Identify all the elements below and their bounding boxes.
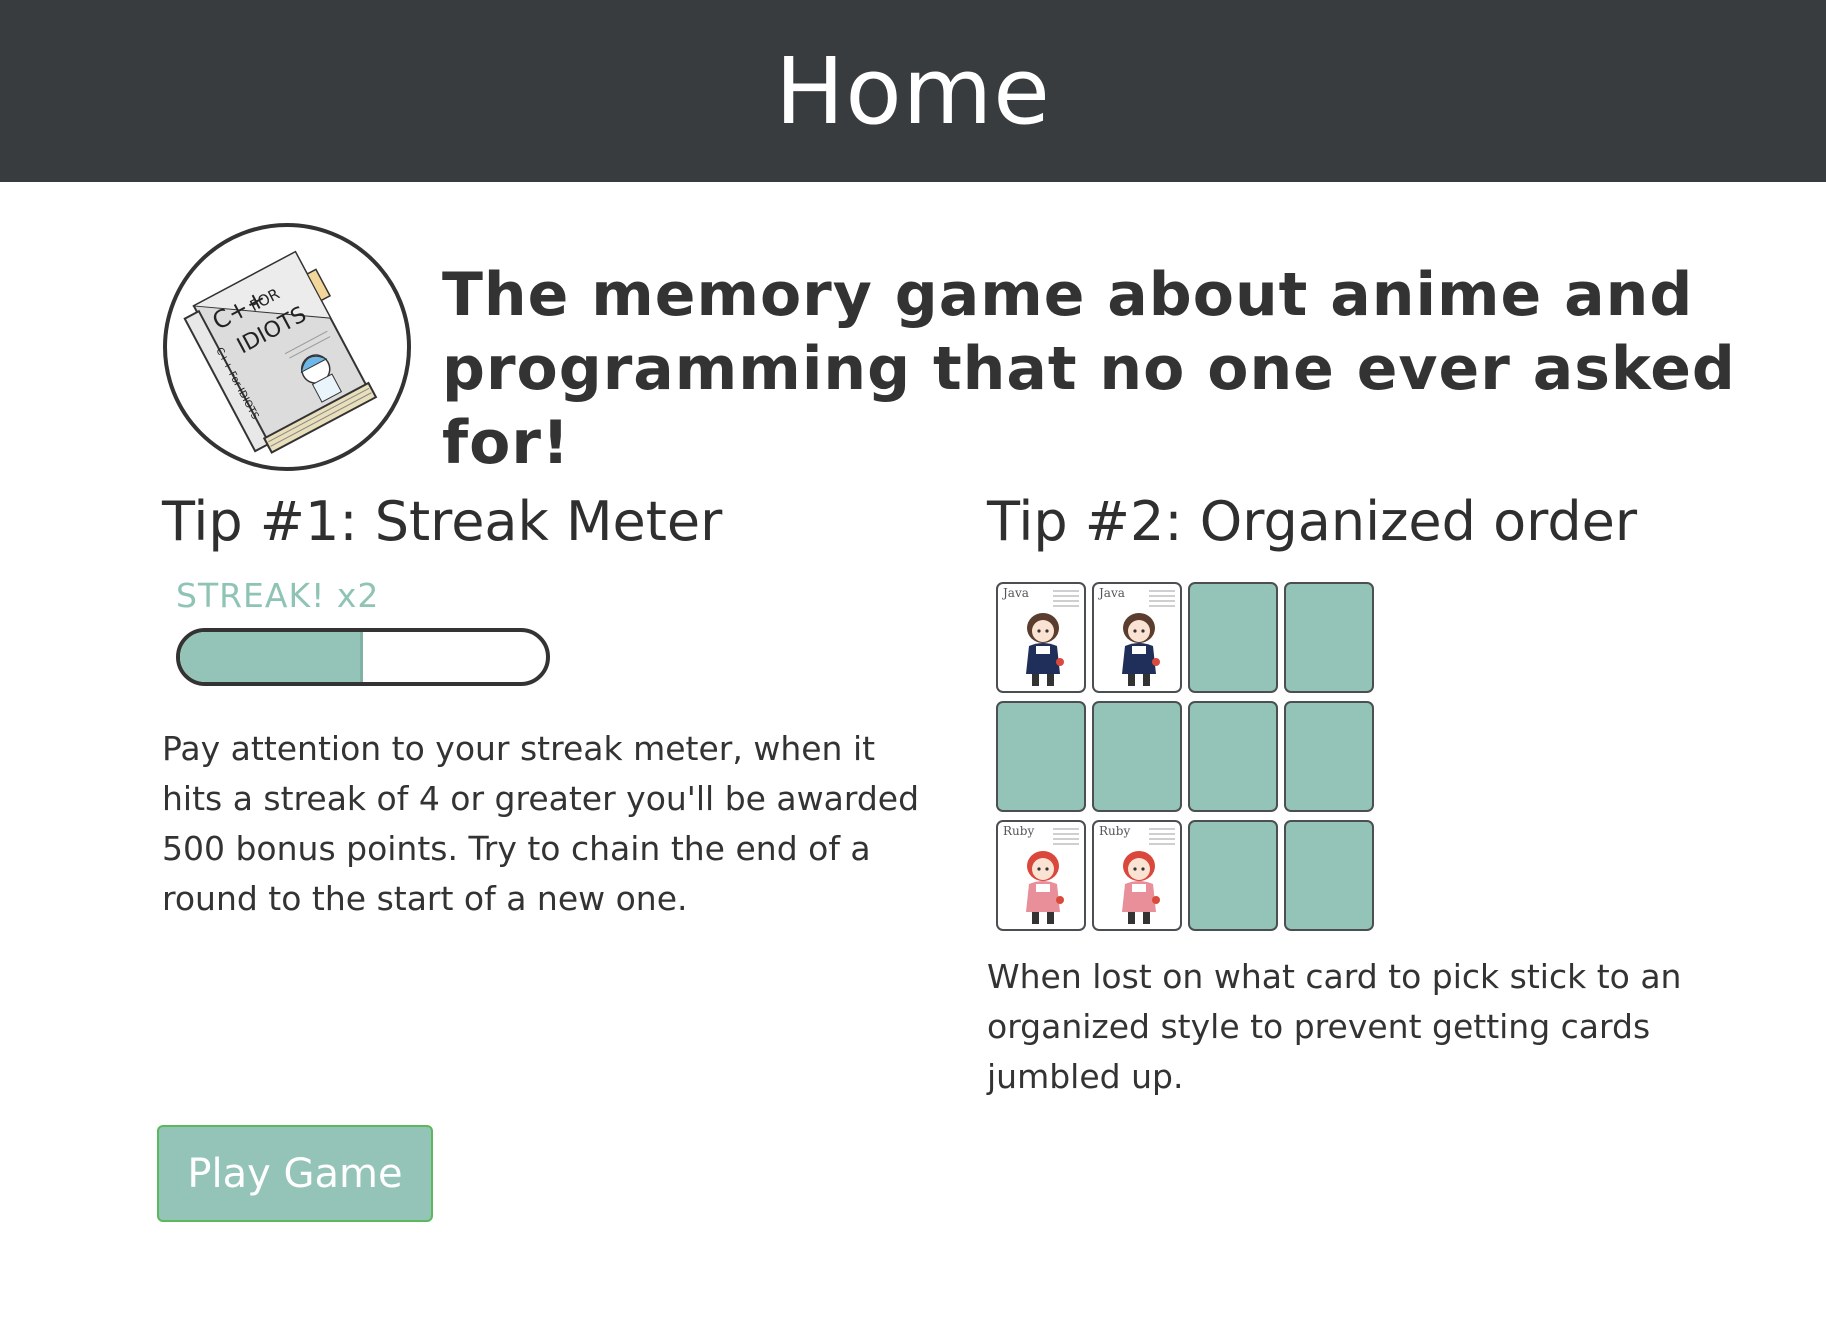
- memory-card-face-up[interactable]: Java: [1092, 582, 1182, 693]
- java-character-icon: [1026, 613, 1064, 686]
- memory-card-face-down[interactable]: [996, 701, 1086, 812]
- card-label: Ruby: [1003, 824, 1035, 838]
- book-illustration-icon: C++ FOR IDIOTS C++ For IDIOTS: [162, 222, 412, 472]
- memory-card-face-down[interactable]: [1284, 582, 1374, 693]
- streak-meter-fill: [180, 632, 363, 682]
- memory-card-face-down[interactable]: [1188, 582, 1278, 693]
- streak-meter: [176, 628, 550, 686]
- play-game-button[interactable]: Play Game: [157, 1125, 433, 1222]
- streak-label: STREAK! x2: [176, 576, 380, 615]
- card-label: Ruby: [1099, 824, 1131, 838]
- tip2-text: When lost on what card to pick stick to …: [987, 957, 1682, 1096]
- tagline: The memory game about anime and programm…: [442, 260, 1736, 478]
- page-title: Home: [775, 37, 1051, 145]
- memory-card-face-down[interactable]: [1284, 820, 1374, 931]
- memory-card-face-up[interactable]: Ruby: [1092, 820, 1182, 931]
- tip1-title: Tip #1: Streak Meter: [162, 490, 723, 553]
- memory-card-face-down[interactable]: [1284, 701, 1374, 812]
- tip1-text: Pay attention to your streak meter, when…: [162, 729, 920, 918]
- memory-card-face-up[interactable]: Java: [996, 582, 1086, 693]
- card-grid: Java Java Ruby Ruby: [996, 582, 1374, 931]
- memory-card-face-down[interactable]: [1188, 701, 1278, 812]
- memory-card-face-up[interactable]: Ruby: [996, 820, 1086, 931]
- card-label: Java: [1003, 586, 1029, 600]
- top-header: Home: [0, 0, 1826, 182]
- ruby-character-icon: [1026, 851, 1064, 924]
- memory-card-face-down[interactable]: [1188, 820, 1278, 931]
- card-label: Java: [1099, 586, 1125, 600]
- memory-card-face-down[interactable]: [1092, 701, 1182, 812]
- tip2-title: Tip #2: Organized order: [987, 490, 1638, 553]
- ruby-character-icon: [1122, 851, 1160, 924]
- java-character-icon: [1122, 613, 1160, 686]
